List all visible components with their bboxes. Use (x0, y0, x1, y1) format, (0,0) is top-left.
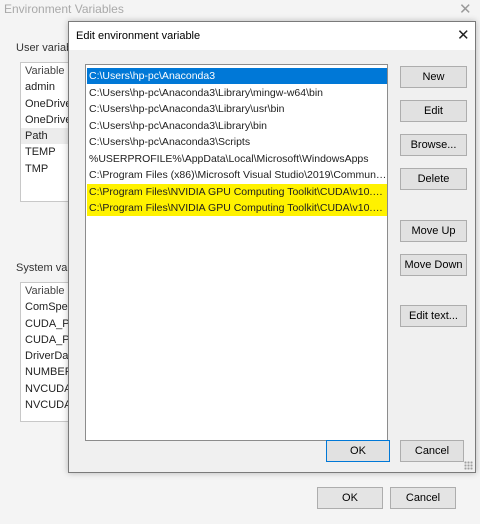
path-list-item[interactable]: %USERPROFILE%\AppData\Local\Microsoft\Wi… (87, 151, 387, 167)
title-bar: Edit environment variable ✕ (69, 22, 475, 50)
ok-button[interactable]: OK (317, 487, 383, 509)
dialog-title: Edit environment variable (76, 30, 201, 42)
cancel-button[interactable]: Cancel (390, 487, 456, 509)
list-header: Variable (25, 285, 65, 297)
edit-button[interactable]: Edit (400, 100, 467, 122)
path-list[interactable]: C:\Users\hp-pc\Anaconda3 C:\Users\hp-pc\… (85, 64, 388, 441)
move-up-button[interactable]: Move Up (400, 220, 467, 242)
list-item[interactable]: TEMP (21, 144, 71, 160)
list-item[interactable]: TMP (21, 161, 71, 177)
list-item[interactable]: NUMBER_ (21, 364, 71, 380)
ok-button[interactable]: OK (326, 440, 390, 462)
path-list-item[interactable]: C:\Users\hp-pc\Anaconda3\Scripts (87, 134, 387, 150)
edit-environment-variable-dialog: Edit environment variable ✕ C:\Users\hp-… (68, 21, 476, 473)
delete-button[interactable]: Delete (400, 168, 467, 190)
path-list-item[interactable]: C:\Program Files\NVIDIA GPU Computing To… (87, 183, 387, 200)
list-header: Variable (25, 65, 65, 77)
close-icon[interactable]: ✕ (459, 0, 472, 18)
path-list-item[interactable]: C:\Users\hp-pc\Anaconda3 (87, 68, 387, 84)
list-item[interactable]: CUDA_PA (21, 316, 71, 332)
list-item[interactable]: ComSpec (21, 299, 71, 315)
new-button[interactable]: New (400, 66, 467, 88)
edit-text-button[interactable]: Edit text... (400, 305, 467, 327)
path-list-item[interactable]: C:\Users\hp-pc\Anaconda3\Library\usr\bin (87, 101, 387, 117)
list-item[interactable]: OneDrive (21, 96, 71, 112)
close-icon[interactable]: ✕ (457, 26, 470, 44)
list-item[interactable]: OneDrive (21, 112, 71, 128)
list-item[interactable]: Path (21, 128, 71, 145)
resize-grip[interactable] (464, 461, 473, 470)
user-variables-list[interactable]: Variable admin OneDrive OneDrive Path TE… (20, 62, 72, 202)
user-variables-label: User variab (16, 42, 73, 54)
path-list-item[interactable]: C:\Users\hp-pc\Anaconda3\Library\mingw-w… (87, 85, 387, 101)
path-list-item[interactable]: C:\Users\hp-pc\Anaconda3\Library\bin (87, 118, 387, 134)
list-item[interactable]: admin (21, 79, 71, 95)
list-item[interactable]: NVCUDAS (21, 381, 71, 397)
path-list-item[interactable]: C:\Program Files (x86)\Microsoft Visual … (87, 167, 387, 183)
list-item[interactable]: NVCUDAS (21, 397, 71, 413)
path-list-item[interactable]: C:\Program Files\NVIDIA GPU Computing To… (87, 200, 387, 216)
system-variables-list[interactable]: Variable ComSpec CUDA_PA CUDA_PA DriverD… (20, 282, 72, 422)
list-item[interactable]: CUDA_PA (21, 332, 71, 348)
browse-button[interactable]: Browse... (400, 134, 467, 156)
window-title: Environment Variables (4, 2, 124, 16)
move-down-button[interactable]: Move Down (400, 254, 467, 276)
cancel-button[interactable]: Cancel (400, 440, 464, 462)
list-item[interactable]: DriverDat (21, 348, 71, 364)
